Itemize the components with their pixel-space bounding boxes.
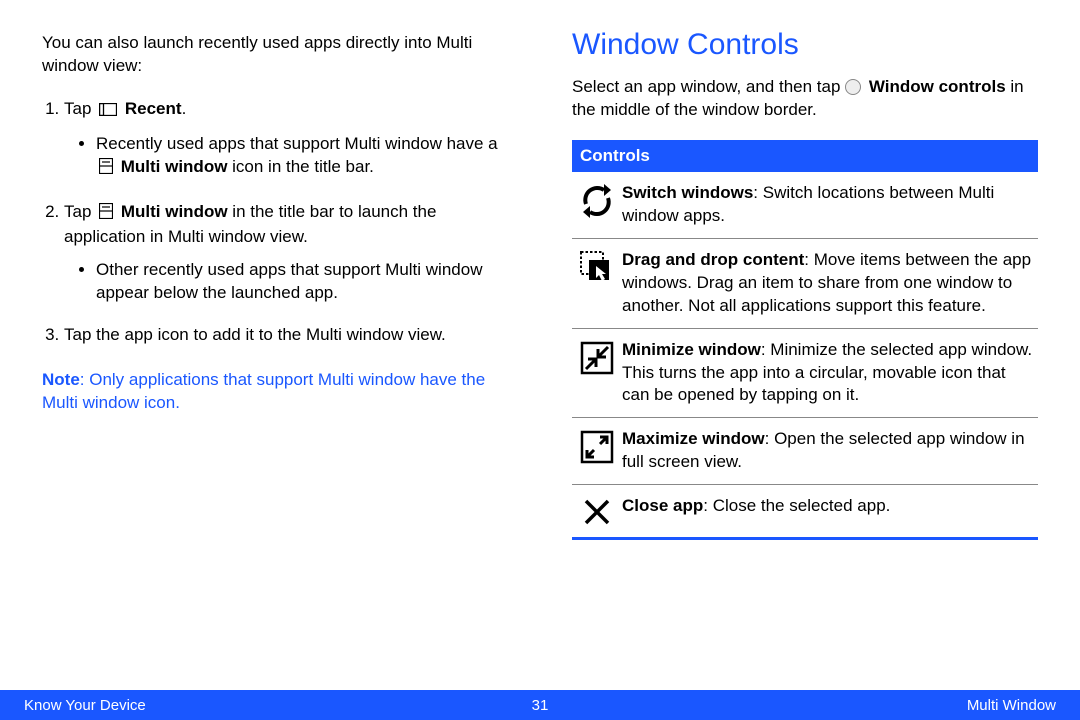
drag-drop-icon [572,249,622,285]
footer-left: Know Your Device [24,697,146,714]
step1-prefix: Tap [64,99,96,118]
t: Close app [622,496,703,515]
step1-bullet: Recently used apps that support Multi wi… [96,133,508,181]
intro-a: Select an app window, and then tap [572,77,845,96]
note-body: : Only applications that support Multi w… [42,370,485,412]
intro-text: You can also launch recently used apps d… [42,32,508,78]
s1b-c: icon in the title bar. [227,157,373,176]
control-text: Minimize window: Minimize the selected a… [622,339,1034,408]
control-text: Drag and drop content: Move items betwee… [622,249,1034,318]
multiwindow-icon [99,158,113,181]
intro-bold: Window controls [864,77,1006,96]
step-3: Tap the app icon to add it to the Multi … [64,324,508,347]
switch-windows-icon [572,182,622,218]
step1-suffix: . [182,99,187,118]
multiwindow-icon [99,203,113,226]
step-2: Tap Multi window in the title bar to lau… [64,201,508,305]
step2-bullet: Other recently used apps that support Mu… [96,259,508,305]
s1b-a: Recently used apps that support Multi wi… [96,134,498,153]
t: Minimize window [622,340,761,359]
control-text: Switch windows: Switch locations between… [622,182,1034,228]
footer-page-number: 31 [532,697,549,714]
control-text: Maximize window: Open the selected app w… [622,428,1034,474]
t: Switch windows [622,183,753,202]
b: : Close the selected app. [703,496,890,515]
control-row-switch: Switch windows: Switch locations between… [572,172,1038,239]
control-row-minimize: Minimize window: Minimize the selected a… [572,329,1038,419]
s1b-b: Multi window [116,157,227,176]
close-icon [572,495,622,527]
control-row-drag: Drag and drop content: Move items betwee… [572,239,1038,329]
control-row-maximize: Maximize window: Open the selected app w… [572,418,1038,485]
step1-bold: Recent [120,99,181,118]
maximize-icon [572,428,622,464]
section-heading: Window Controls [572,28,1038,62]
control-row-close: Close app: Close the selected app. [572,485,1038,540]
controls-bar: Controls [572,140,1038,172]
window-controls-icon [845,79,861,95]
footer-right: Multi Window [967,697,1056,714]
section-intro: Select an app window, and then tap Windo… [572,76,1038,122]
control-text: Close app: Close the selected app. [622,495,1034,518]
page-footer: Know Your Device 31 Multi Window [0,690,1080,720]
minimize-icon [572,339,622,375]
note-label: Note [42,370,80,389]
step2-prefix: Tap [64,202,96,221]
note: Note: Only applications that support Mul… [42,369,508,415]
t: Maximize window [622,429,765,448]
step2-bold: Multi window [116,202,227,221]
recent-icon [99,100,117,123]
step-1: Tap Recent. Recently used apps that supp… [64,98,508,181]
t: Drag and drop content [622,250,804,269]
